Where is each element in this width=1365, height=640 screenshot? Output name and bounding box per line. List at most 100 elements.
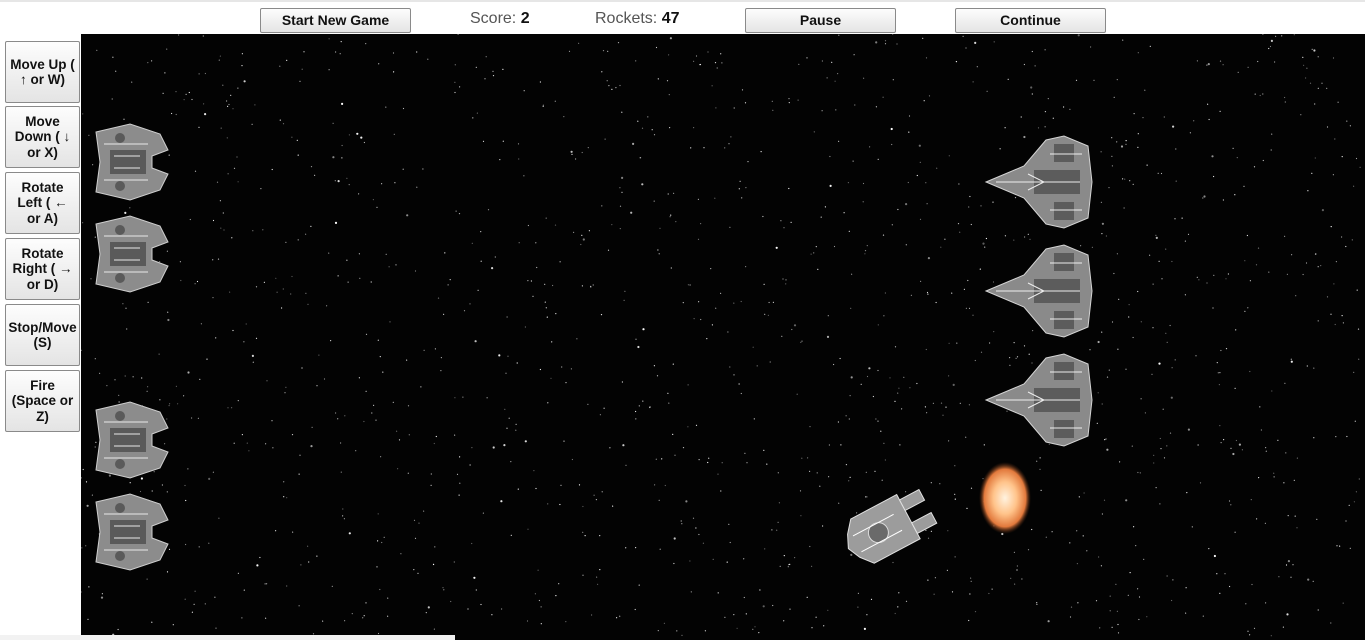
star (85, 545, 87, 547)
rotate-left-button[interactable]: Rotate Left ( ← or A) (5, 172, 80, 234)
star (200, 323, 202, 325)
star (516, 362, 518, 364)
star (377, 513, 379, 515)
star (828, 444, 831, 446)
star (1161, 278, 1163, 280)
star (111, 98, 113, 100)
star (337, 275, 339, 277)
star (1132, 336, 1134, 339)
start-new-game-button[interactable]: Start New Game (260, 8, 411, 33)
star (1117, 348, 1119, 350)
star (241, 53, 243, 55)
star (87, 618, 89, 621)
star (283, 496, 285, 498)
star (788, 564, 790, 566)
star (1355, 157, 1358, 160)
star (668, 54, 670, 56)
star (956, 342, 958, 344)
stop-move-button[interactable]: Stop/Move (S) (5, 304, 80, 366)
star (653, 365, 656, 367)
star (675, 221, 677, 223)
star (1117, 632, 1120, 634)
star (1271, 390, 1273, 392)
continue-button[interactable]: Continue (955, 8, 1106, 33)
star (381, 541, 383, 544)
star (1023, 63, 1025, 66)
star (1292, 564, 1294, 566)
pause-button[interactable]: Pause (745, 8, 896, 33)
star (487, 209, 490, 211)
star (162, 92, 164, 94)
star (544, 301, 546, 303)
star (924, 406, 927, 408)
star (1208, 548, 1210, 550)
star (222, 212, 224, 214)
star (1010, 577, 1012, 579)
score-label: Score: (470, 10, 517, 27)
star (756, 365, 758, 367)
star (811, 565, 813, 567)
star (501, 608, 503, 610)
star (530, 280, 532, 282)
star (1044, 49, 1046, 51)
game-canvas[interactable] (81, 34, 1365, 640)
star (1137, 133, 1139, 135)
star (1284, 235, 1286, 237)
star (300, 564, 302, 566)
star (927, 293, 929, 295)
star (1307, 578, 1310, 581)
star (552, 284, 554, 287)
star (1262, 159, 1264, 162)
star (146, 390, 148, 392)
star (777, 521, 779, 523)
star (1027, 233, 1029, 235)
star (809, 426, 811, 428)
star (1234, 387, 1236, 389)
move-up-button[interactable]: Move Up ( ↑ or W) (5, 41, 80, 103)
fire-button[interactable]: Fire (Space or Z) (5, 370, 80, 432)
star (1187, 233, 1190, 235)
star (739, 180, 741, 182)
star (348, 184, 350, 186)
star (1149, 254, 1151, 256)
star (358, 377, 360, 379)
star (265, 617, 267, 619)
star (279, 65, 281, 67)
star (1170, 396, 1173, 399)
star (762, 605, 765, 608)
star (1321, 209, 1324, 212)
star (672, 433, 674, 435)
star (1345, 520, 1347, 522)
star (1359, 166, 1361, 168)
move-down-button[interactable]: Move Down ( ↓ or X) (5, 106, 80, 168)
star (1235, 329, 1237, 331)
star (940, 246, 942, 248)
star (301, 367, 303, 369)
star (724, 616, 726, 619)
star (310, 225, 312, 227)
star (407, 405, 410, 407)
star (1339, 545, 1341, 547)
star (290, 293, 292, 295)
star (752, 346, 754, 348)
star (1047, 98, 1049, 100)
star (729, 226, 731, 228)
star (979, 268, 981, 270)
star (504, 408, 506, 410)
star (406, 214, 409, 217)
star (664, 484, 666, 487)
star (389, 321, 391, 323)
star (1232, 147, 1234, 149)
star (282, 123, 285, 125)
rotate-right-button[interactable]: Rotate Right ( → or D) (5, 238, 80, 300)
star (905, 244, 907, 246)
star (184, 484, 186, 487)
star (939, 483, 941, 485)
star (1123, 207, 1125, 209)
star (1334, 138, 1336, 140)
star (1125, 368, 1127, 370)
star (1137, 146, 1139, 148)
star (252, 230, 254, 232)
star (141, 377, 143, 379)
star (700, 223, 702, 225)
